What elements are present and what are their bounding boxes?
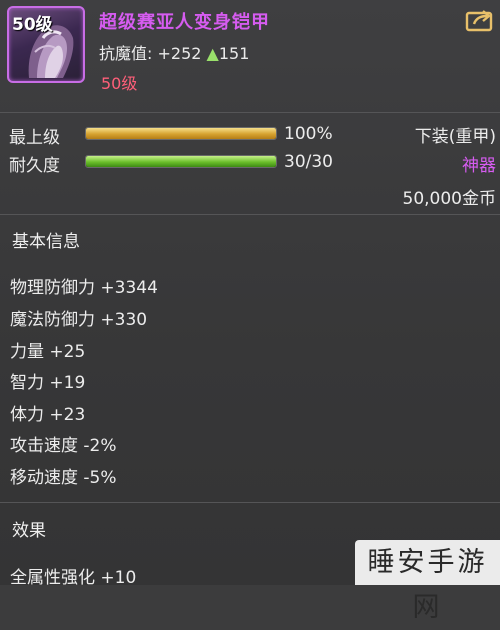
resist-label: 抗魔值: (99, 44, 153, 63)
resist-value: +252 (157, 44, 202, 63)
attribute-line: 体力 +23 (10, 405, 86, 425)
effect-line: 全属性强化 +10 (10, 568, 137, 588)
resist-stat-line: 抗魔值: +252 ▲151 (99, 40, 249, 64)
durability-bar (85, 155, 277, 168)
upgrade-bar-fill (86, 128, 276, 139)
attribute-line: 移动速度 -5% (10, 468, 117, 488)
divider (0, 214, 500, 215)
durability-label: 耐久度 (9, 156, 60, 176)
basic-info-title: 基本信息 (12, 232, 80, 252)
attribute-line: 魔法防御力 +330 (10, 310, 148, 330)
attribute-line: 智力 +19 (10, 373, 86, 393)
divider (0, 112, 500, 113)
durability-value: 30/30 (284, 152, 333, 172)
durability-bar-fill (86, 156, 276, 167)
effects-title: 效果 (12, 521, 46, 541)
divider (0, 502, 500, 503)
resist-up-arrow-icon: ▲ (206, 44, 219, 63)
item-rarity: 神器 (462, 156, 496, 176)
attribute-line: 攻击速度 -2% (10, 436, 117, 456)
attribute-line: 力量 +25 (10, 342, 86, 362)
item-name: 超级赛亚人变身铠甲 (99, 12, 270, 33)
upgrade-percent: 100% (284, 124, 333, 144)
item-tooltip-panel: 50级 超级赛亚人变身铠甲 抗魔值: +252 ▲151 50级 最上级 100… (0, 0, 500, 623)
share-icon[interactable] (465, 8, 495, 32)
item-icon-frame[interactable]: 50级 (7, 6, 85, 83)
resist-increase: 151 (218, 44, 250, 63)
upgrade-label: 最上级 (9, 128, 60, 148)
level-requirement: 50级 (101, 74, 138, 93)
upgrade-bar (85, 127, 277, 140)
item-slot: 下装(重甲) (414, 127, 496, 147)
attribute-line: 物理防御力 +3344 (10, 278, 158, 298)
item-level-badge: 50级 (12, 15, 53, 35)
watermark: 睡安手游网 (355, 540, 500, 623)
item-price: 50,000金币 (402, 189, 496, 209)
